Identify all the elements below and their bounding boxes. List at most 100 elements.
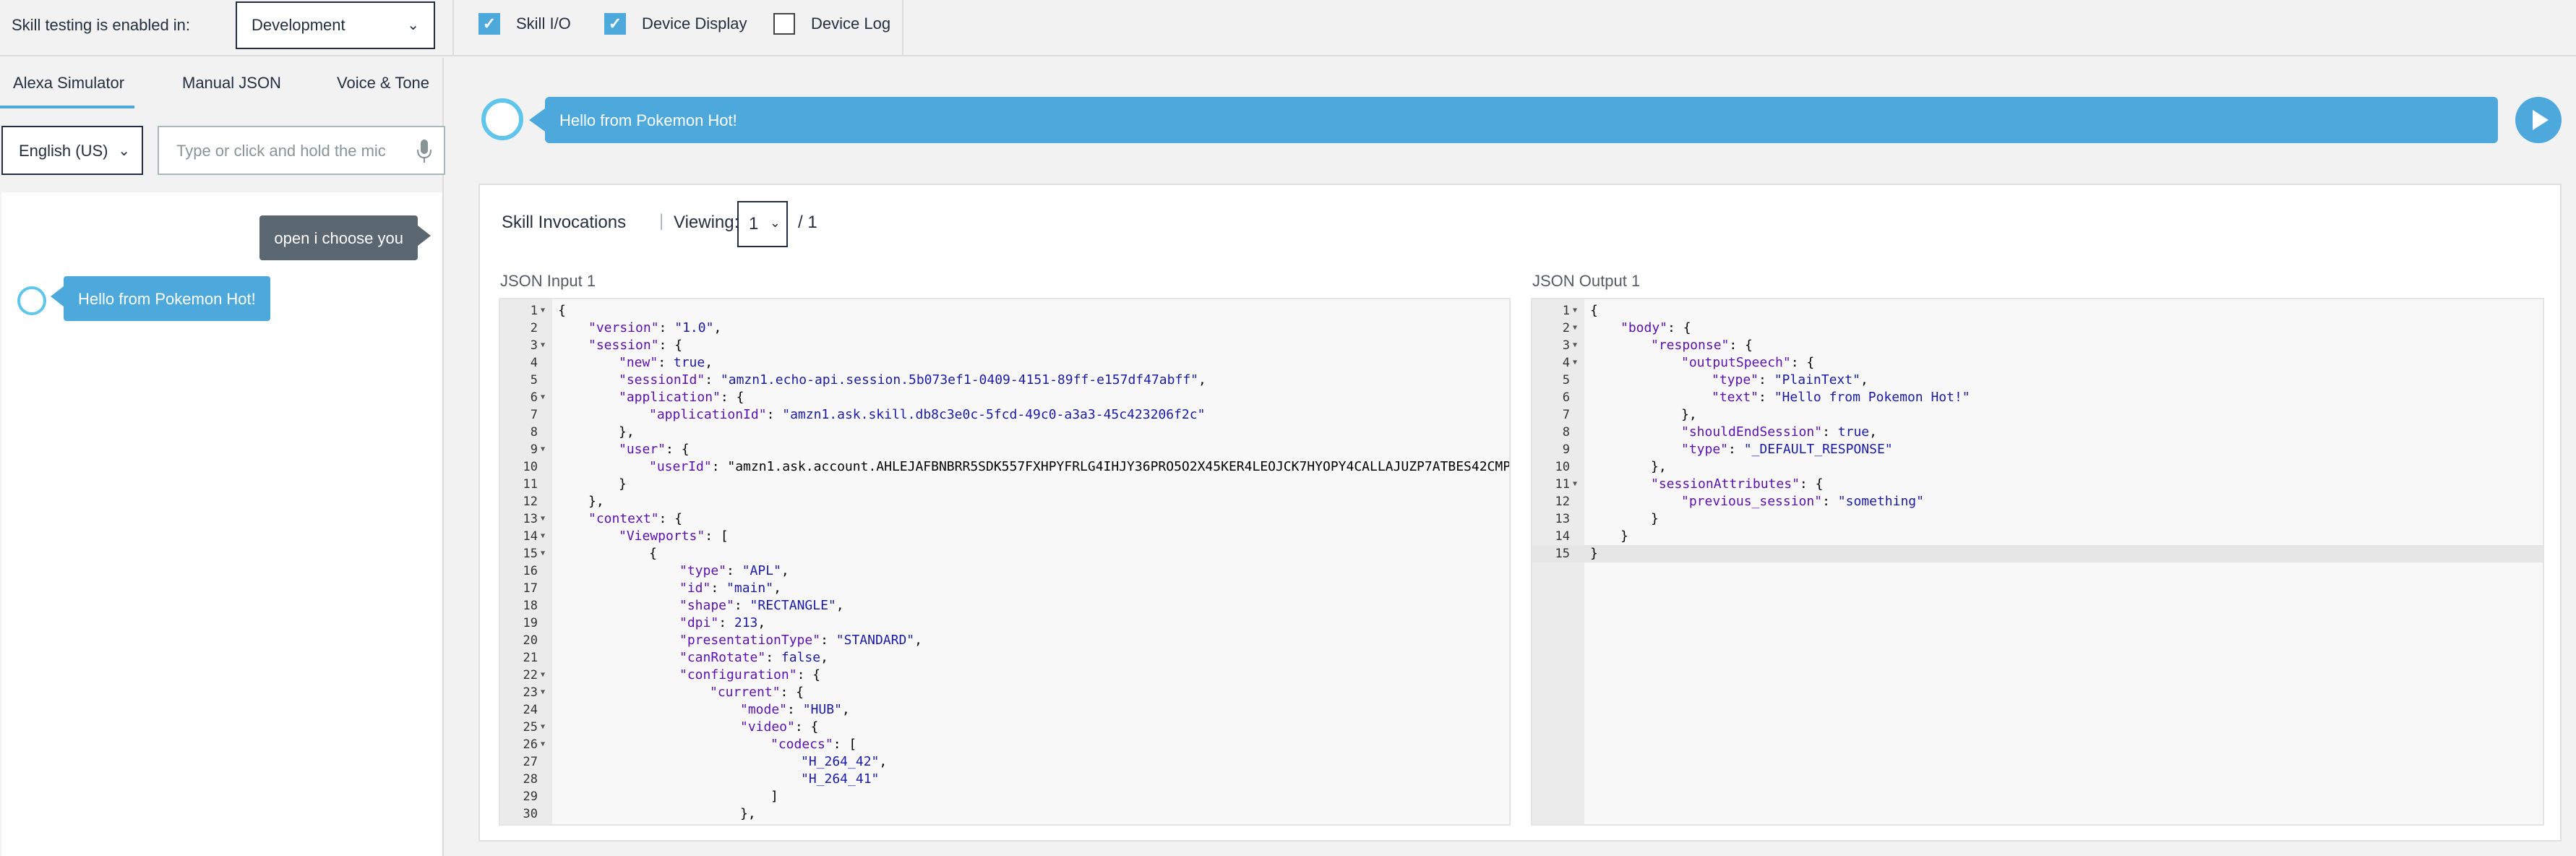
device-log-checkbox[interactable]: Device Log: [773, 13, 890, 35]
tab-manual-json[interactable]: Manual JSON: [182, 74, 281, 93]
code-text: "applicationId": "amzn1.ask.skill.db8c3e…: [649, 407, 1206, 422]
code-line: 3 ▼ "response": {: [1532, 337, 2543, 354]
code-text: "current": {: [710, 685, 804, 700]
code-line: 15 ▼ {: [500, 545, 1509, 562]
line-number: 15: [523, 547, 538, 561]
code-text: "codecs": [: [770, 737, 857, 752]
line-number: 8: [530, 425, 538, 440]
code-text: "shouldEndSession": true,: [1681, 424, 1877, 440]
fold-arrow-icon[interactable]: ▼: [541, 389, 545, 406]
code-text: }: [1590, 546, 1598, 561]
code-text: },: [588, 494, 604, 509]
fold-arrow-icon[interactable]: ▼: [541, 719, 545, 736]
code-line: 10 "userId": "amzn1.ask.account.AHLEJAFBN…: [500, 458, 1509, 476]
fold-arrow-icon[interactable]: ▼: [1573, 476, 1577, 493]
code-text: "version": "1.0",: [588, 320, 722, 335]
line-number: 1: [1562, 304, 1570, 318]
play-icon[interactable]: [2515, 97, 2562, 143]
line-number: 31: [500, 823, 538, 824]
microphone-icon[interactable]: [416, 139, 432, 163]
code-text: },: [1681, 407, 1697, 422]
skill-io-label: Skill I/O: [516, 14, 571, 33]
line-number: 10: [523, 460, 538, 474]
invocation-page-select[interactable]: 1 ⌄: [737, 201, 788, 247]
skill-io-checkbox[interactable]: ✓ Skill I/O: [478, 13, 571, 35]
line-number: 11: [523, 477, 538, 492]
code-line: 1 ▼ {: [1532, 302, 2543, 320]
line-number: 5: [530, 373, 538, 388]
json-output-label: JSON Output 1: [1532, 272, 1641, 290]
simulator-panel: Alexa Simulator Manual JSON Voice & Tone…: [0, 58, 445, 856]
code-text: }: [619, 476, 627, 492]
fold-arrow-icon[interactable]: ▼: [541, 302, 545, 320]
json-input-editor[interactable]: 1 ▼{2 "version": "1.0", 3 ▼ "session": {4 "new…: [499, 298, 1511, 826]
code-text: ]: [770, 789, 778, 804]
language-select[interactable]: English (US) ⌄: [1, 126, 143, 175]
page-value: 1: [749, 214, 759, 234]
line-number: 29: [523, 789, 538, 804]
fold-arrow-icon[interactable]: ▼: [541, 667, 545, 684]
code-line: 18 "shape": "RECTANGLE",: [500, 597, 1509, 615]
code-text: "presentationType": "STANDARD",: [679, 633, 922, 648]
testing-enabled-label: Skill testing is enabled in:: [12, 16, 191, 34]
code-text: "dpi": 213,: [679, 615, 766, 630]
chevron-down-icon: ⌄: [118, 143, 130, 159]
fold-arrow-icon[interactable]: ▼: [541, 528, 545, 545]
fold-arrow-icon[interactable]: ▼: [1573, 337, 1577, 354]
code-text: "context": {: [588, 511, 683, 526]
code-line: 12},: [500, 493, 1509, 510]
fold-arrow-icon[interactable]: ▼: [541, 684, 545, 701]
code-line: 8},: [500, 424, 1509, 441]
json-output-editor[interactable]: 1 ▼{2 ▼ "body": {3 ▼ "response": {4 ▼ "outputSp…: [1531, 298, 2544, 826]
code-line: 31▼ "size": {: [500, 823, 1509, 824]
code-text: "type": "PlainText",: [1712, 372, 1868, 388]
line-number: 10: [1555, 460, 1570, 474]
checkbox-checked-icon[interactable]: ✓: [478, 13, 500, 35]
code-text: "canRotate": false,: [679, 650, 828, 665]
line-number: 6: [530, 390, 538, 405]
code-line: 13}: [1532, 510, 2543, 528]
code-line: 5 "sessionId": "amzn1.echo-api.session.5b…: [500, 372, 1509, 389]
line-number: 20: [523, 633, 538, 648]
user-utterance-bubble: open i choose you: [259, 215, 431, 260]
chevron-down-icon: ⌄: [407, 17, 419, 33]
code-line: 9 "type": "_DEFAULT_RESPONSE": [1532, 441, 2543, 458]
code-line: 20 "presentationType": "STANDARD",: [500, 632, 1509, 649]
tab-voice-tone[interactable]: Voice & Tone: [337, 74, 429, 93]
fold-arrow-icon[interactable]: ▼: [1573, 302, 1577, 320]
line-number: 4: [530, 356, 538, 370]
code-line: 24 "mode": "HUB",: [500, 701, 1509, 719]
line-number: 11: [1555, 477, 1570, 492]
alexa-ring-icon: [481, 98, 523, 140]
code-line: 14 ▼ "Viewports": [: [500, 528, 1509, 545]
fold-arrow-icon[interactable]: ▼: [541, 337, 545, 354]
fold-arrow-icon[interactable]: ▼: [541, 510, 545, 528]
fold-arrow-icon[interactable]: ▼: [541, 545, 545, 562]
code-text: "previous_session": "something": [1681, 494, 1924, 509]
code-line: 29]: [500, 788, 1509, 805]
code-text: "outputSpeech": {: [1681, 355, 1815, 370]
code-line: 23 ▼ "current": {: [500, 684, 1509, 701]
fold-arrow-icon[interactable]: ▼: [541, 736, 545, 753]
skill-invocations-title: Skill Invocations: [502, 213, 627, 232]
tab-alexa-simulator[interactable]: Alexa Simulator: [13, 74, 124, 93]
code-text: },: [619, 424, 635, 440]
line-number: 24: [523, 703, 538, 717]
checkbox-unchecked-icon[interactable]: [773, 13, 795, 35]
utterance-input[interactable]: Type or click and hold the mic: [158, 126, 445, 175]
device-log-label: Device Log: [811, 14, 891, 33]
code-line: 2 "version": "1.0",: [500, 320, 1509, 337]
checkbox-checked-icon[interactable]: ✓: [604, 13, 626, 35]
environment-select[interactable]: Development ⌄: [236, 1, 435, 49]
fold-arrow-icon[interactable]: ▼: [541, 441, 545, 458]
line-number: 22: [523, 668, 538, 682]
code-text: "user": {: [619, 442, 690, 457]
fold-arrow-icon[interactable]: ▼: [1573, 354, 1577, 372]
device-display-checkbox[interactable]: ✓ Device Display: [604, 13, 747, 35]
code-text: {: [558, 303, 566, 318]
simulator-tabs: Alexa Simulator Manual JSON Voice & Tone: [0, 58, 442, 110]
line-number: 3: [1562, 338, 1570, 353]
alexa-ring-icon: [17, 286, 46, 315]
fold-arrow-icon[interactable]: ▼: [1573, 320, 1577, 337]
fold-arrow-icon[interactable]: ▼: [541, 823, 545, 824]
